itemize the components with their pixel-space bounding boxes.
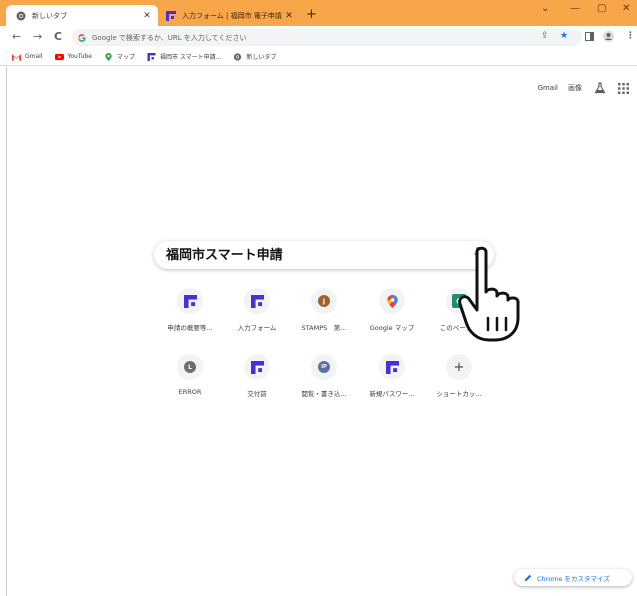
shortcut-icon-circle: J — [311, 288, 337, 314]
bookmarks-bar: Gmail YouTube マップ 福岡市 スマート申請... 新しいタブ — [0, 48, 637, 66]
maximize-button[interactable]: ▢ — [597, 3, 606, 14]
address-bar[interactable]: Google で検索するか、URL を入力してください — [72, 29, 582, 46]
back-button[interactable]: ← — [12, 30, 21, 44]
tab-title: 新しいタブ — [32, 11, 67, 20]
new-tab-button[interactable]: + — [306, 7, 317, 22]
customize-label: Chrome をカスタマイズ — [537, 574, 610, 583]
tab-strip: 新しいタブ ✕ 入力フォーム | 福岡市 電子申請 [市 ✕ + ⌄ — ▢ ✕ — [0, 0, 637, 26]
tab-title: 入力フォーム | 福岡市 電子申請 [市 — [182, 11, 282, 20]
add-icon: + — [453, 359, 465, 375]
shortcut-icon-circle: + — [446, 354, 472, 380]
toolbar: ← → C Google で検索するか、URL を入力してください ⇪ ★ ⋮ — [0, 26, 637, 48]
bookmark-label: マップ — [116, 54, 135, 61]
bookmark-gmail[interactable]: Gmail — [12, 53, 43, 61]
tab-close-icon[interactable]: ✕ — [140, 11, 154, 21]
fukuoka-icon — [166, 10, 176, 21]
maps-icon — [386, 294, 398, 308]
shortcut-label: 新規パスワー... — [369, 390, 415, 398]
labs-flask-icon[interactable] — [594, 82, 606, 94]
shortcut-tile[interactable]: 入力フォーム — [225, 288, 289, 332]
bookmark-maps[interactable]: マップ — [104, 52, 135, 61]
chrome-icon — [16, 11, 26, 20]
shortcut-tile[interactable]: IP 閲覧・書き込... — [292, 354, 356, 398]
close-window-button[interactable]: ✕ — [622, 3, 630, 14]
top-links: Gmail 画像 — [528, 82, 629, 94]
menu-icon[interactable]: ⋮ — [626, 31, 635, 41]
customize-chrome-button[interactable]: Chrome をカスタマイズ — [514, 569, 632, 586]
shortcut-icon-circle — [379, 288, 405, 314]
tab-close-icon[interactable]: ✕ — [282, 11, 296, 21]
shortcut-label: 閲覧・書き込... — [301, 390, 347, 398]
profile-avatar-icon[interactable] — [603, 31, 614, 42]
share-icon[interactable]: ⇪ — [541, 31, 549, 41]
bookmark-label: 新しいタブ — [246, 54, 277, 61]
side-panel-icon[interactable] — [585, 32, 594, 41]
pencil-icon — [524, 574, 532, 581]
bookmark-star-icon[interactable]: ★ — [560, 31, 568, 41]
shortcut-icon-circle — [244, 354, 270, 380]
shortcut-label: Google マップ — [369, 324, 415, 332]
shortcut-tile[interactable]: 交付前 — [225, 354, 289, 398]
address-placeholder: Google で検索するか、URL を入力してください — [92, 33, 247, 42]
apps-grid-icon[interactable] — [618, 82, 629, 94]
letter-avatar-icon: J — [318, 295, 330, 307]
shortcut-label: ERROR — [178, 388, 202, 396]
chrome-icon — [234, 52, 242, 61]
shortcut-icon-circle: IP — [311, 354, 337, 380]
shortcut-tile[interactable]: 新規パスワー... — [360, 354, 424, 398]
minimize-button[interactable]: — — [570, 3, 580, 14]
tab-new-tab[interactable]: 新しいタブ ✕ — [6, 5, 158, 26]
youtube-icon — [54, 53, 64, 60]
bookmark-label: YouTube — [67, 53, 92, 60]
fukuoka-icon — [147, 52, 156, 61]
bookmark-youtube[interactable]: YouTube — [54, 53, 92, 61]
gmail-icon — [12, 53, 21, 61]
shortcut-tile[interactable]: 申請の概要等... — [158, 288, 222, 332]
shortcut-label: STAMPS 第... — [301, 324, 347, 332]
shortcut-label: 申請の概要等... — [167, 324, 213, 332]
bookmark-label: Gmail — [25, 53, 43, 60]
bookmark-new-tab[interactable]: 新しいタブ — [233, 52, 276, 61]
maps-icon — [105, 52, 112, 61]
shortcut-icon-circle — [177, 288, 203, 314]
hand-pointer-icon — [458, 246, 520, 342]
shortcut-icon-circle — [379, 354, 405, 380]
google-icon — [78, 33, 86, 42]
tab-input-form[interactable]: 入力フォーム | 福岡市 電子申請 [市 ✕ — [160, 5, 300, 26]
tab-search-icon[interactable]: ⌄ — [541, 3, 549, 14]
shortcut-icon-circle — [244, 288, 270, 314]
bookmark-label: 福岡市 スマート申請... — [159, 54, 222, 61]
fukuoka-icon — [250, 360, 264, 374]
bookmark-fukuoka[interactable]: 福岡市 スマート申請... — [147, 52, 221, 61]
add-shortcut-tile[interactable]: + ショートカッ... — [427, 354, 491, 398]
shortcut-tile[interactable]: J STAMPS 第... — [292, 288, 356, 332]
reload-button[interactable]: C — [54, 30, 62, 44]
search-input[interactable]: 福岡市スマート申請 — [166, 245, 346, 267]
letter-avatar-icon: IP — [318, 361, 330, 373]
forward-button[interactable]: → — [33, 30, 42, 44]
images-link[interactable]: 画像 — [568, 83, 582, 93]
fukuoka-icon — [183, 294, 197, 308]
shortcut-tile[interactable]: Google マップ — [360, 288, 424, 332]
shortcut-tile[interactable]: L ERROR — [158, 354, 222, 396]
shortcut-icon-circle: L — [177, 354, 203, 380]
shortcut-label: 交付前 — [247, 390, 267, 398]
letter-avatar-icon: L — [184, 361, 196, 373]
fukuoka-icon — [250, 294, 264, 308]
fukuoka-icon — [385, 360, 399, 374]
gmail-link[interactable]: Gmail — [538, 84, 558, 92]
shortcut-label: 入力フォーム — [237, 324, 277, 332]
shortcut-label: ショートカッ... — [436, 390, 482, 398]
